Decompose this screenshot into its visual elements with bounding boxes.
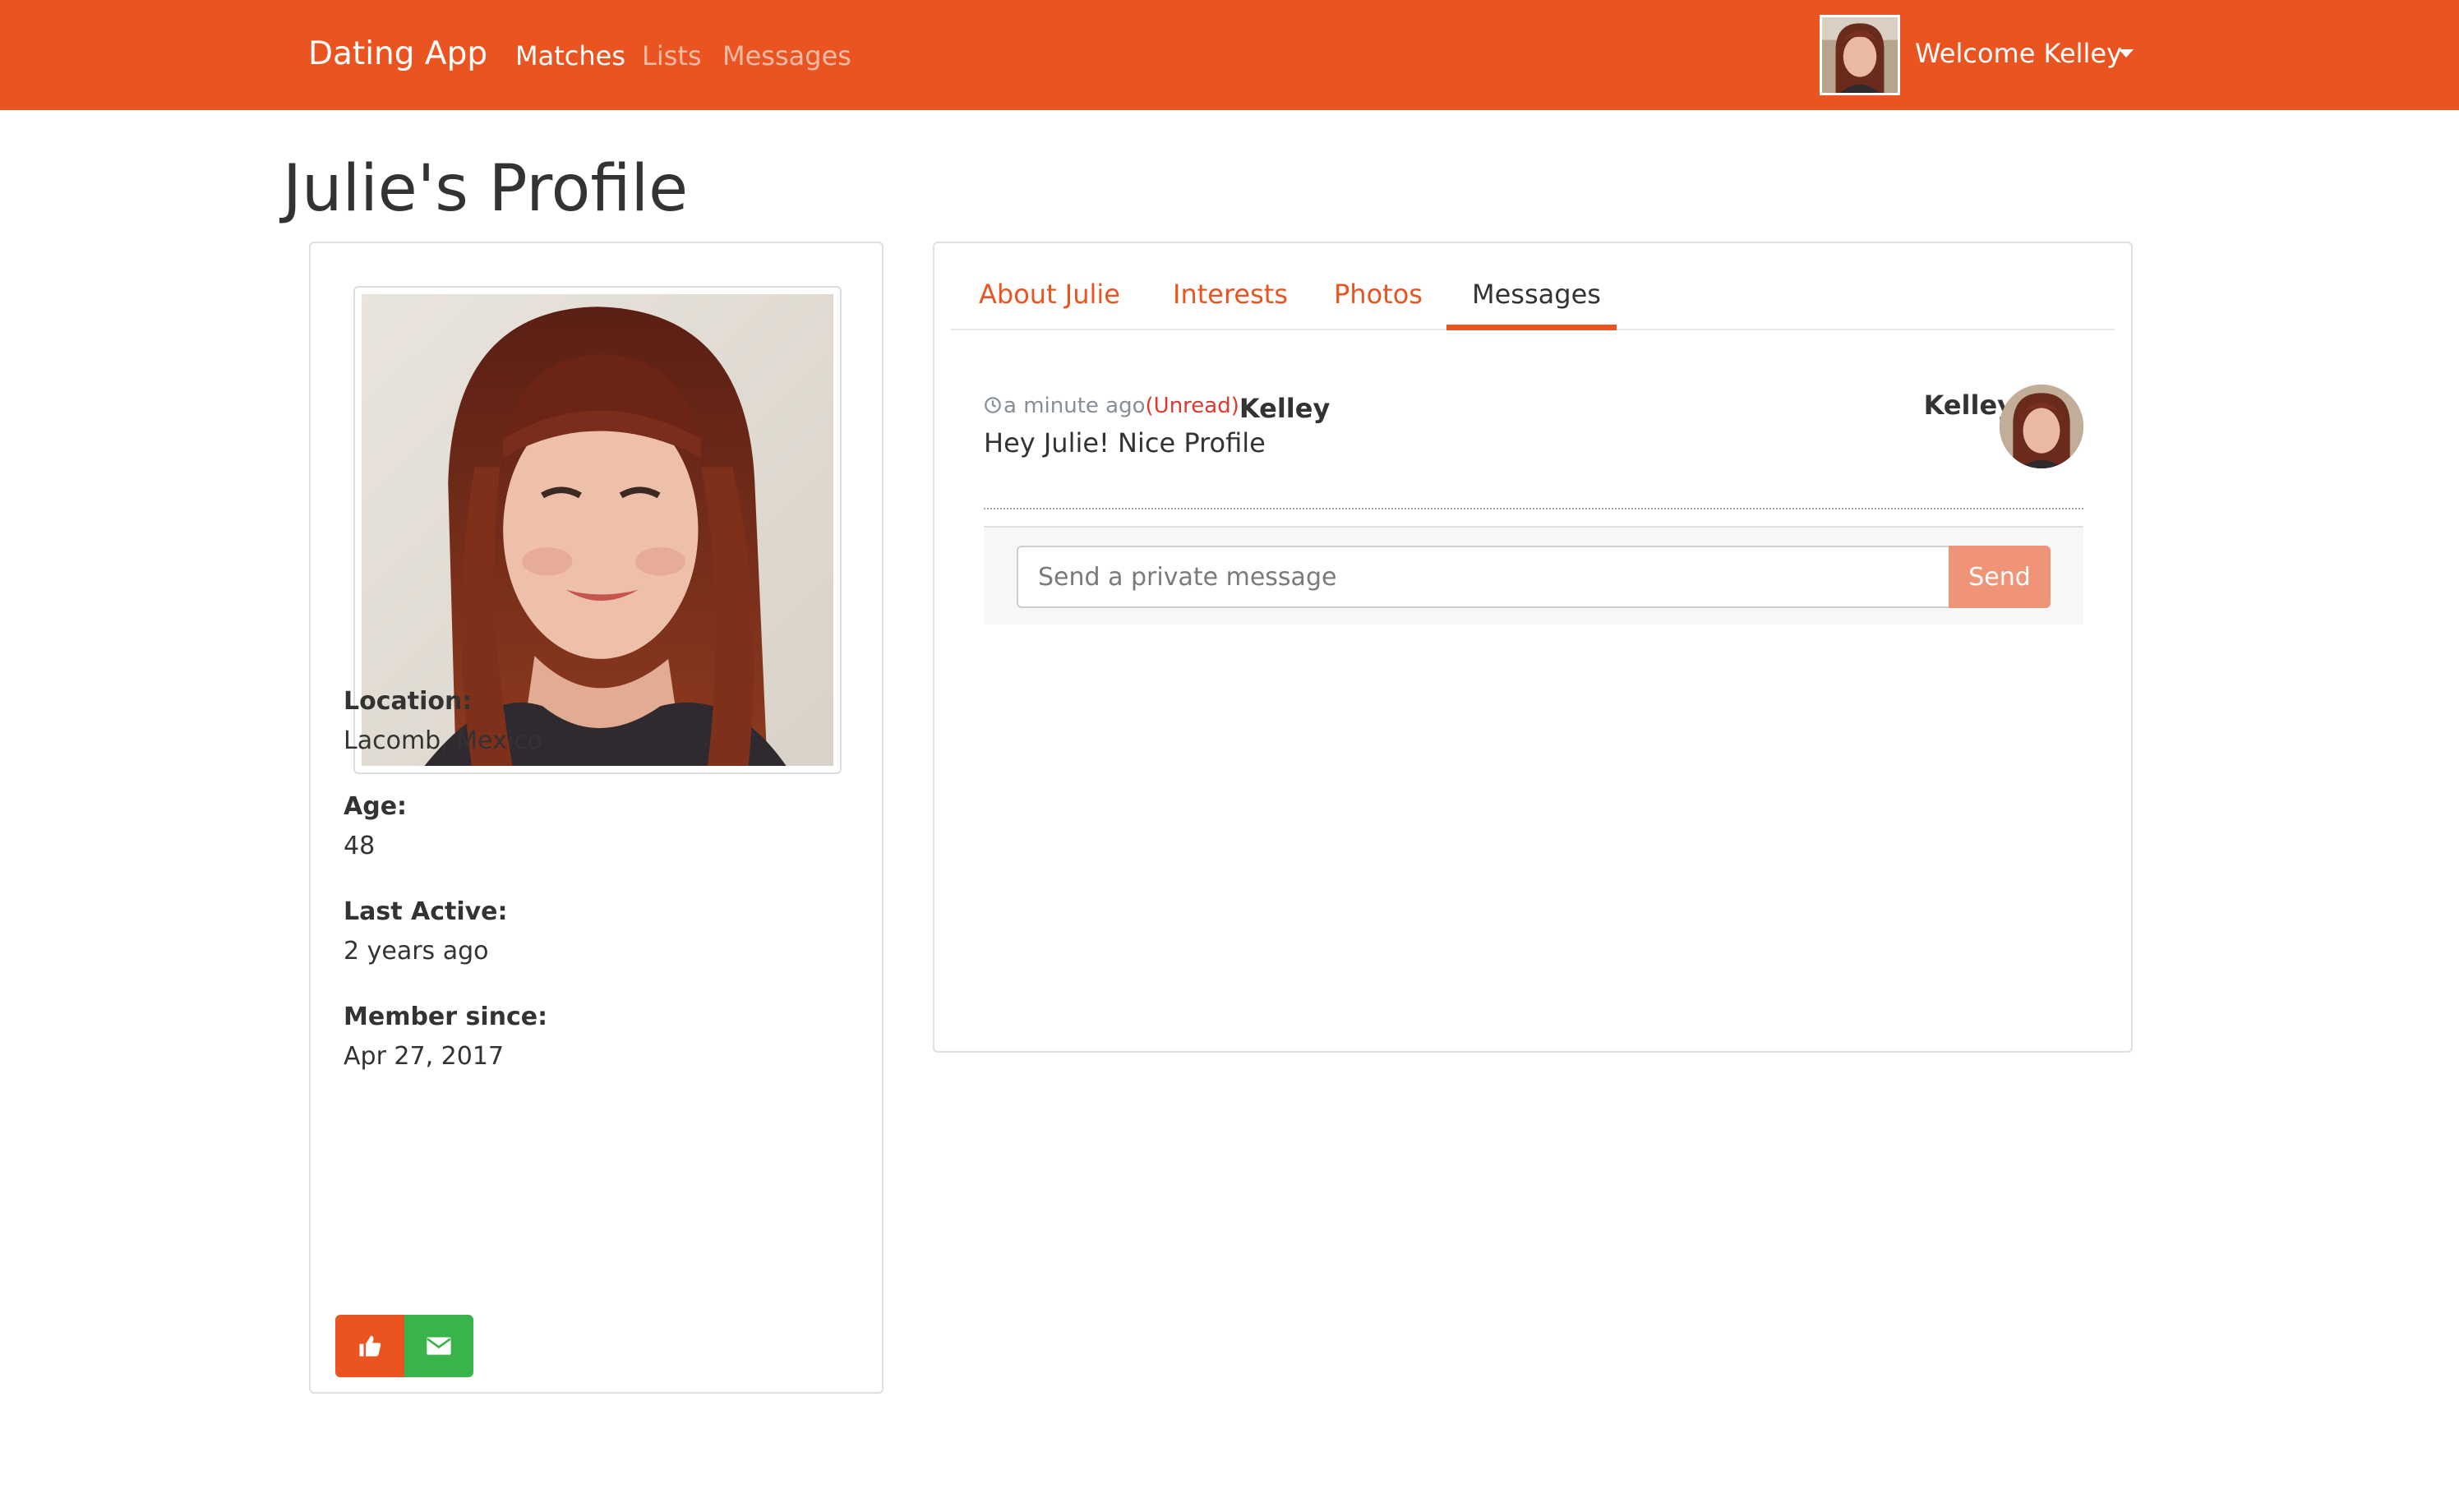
profile-card: Location: Lacomb, Mexico Age: 48 Last Ac… <box>309 242 883 1394</box>
tab-about[interactable]: About Julie <box>979 278 1120 311</box>
nav-link-messages[interactable]: Messages <box>722 39 851 72</box>
chevron-down-icon[interactable] <box>2119 49 2134 58</box>
thumbs-up-icon <box>359 1335 381 1357</box>
active-tab-indicator <box>1446 325 1617 330</box>
like-button[interactable] <box>335 1315 404 1377</box>
top-navbar: Dating App Matches Lists Messages Welcom… <box>0 0 2459 110</box>
envelope-icon <box>427 1337 451 1355</box>
user-avatar-image <box>1822 17 1898 93</box>
user-avatar[interactable] <box>1820 15 1900 95</box>
send-button[interactable]: Send <box>1949 546 2051 608</box>
age-label: Age: <box>344 792 408 821</box>
message-author-avatar <box>2000 385 2083 468</box>
nav-link-matches[interactable]: Matches <box>515 39 625 72</box>
unread-badge: (Unread) <box>1145 394 1239 418</box>
clock-icon <box>985 397 1001 413</box>
brand-link[interactable]: Dating App <box>308 33 487 76</box>
welcome-dropdown[interactable]: Welcome Kelley <box>1915 36 2122 71</box>
location-value: Lacomb, Mexico <box>344 726 543 755</box>
message-time: a minute ago <box>1003 394 1146 418</box>
member-since-value: Apr 27, 2017 <box>344 1042 505 1071</box>
tab-interests[interactable]: Interests <box>1173 278 1288 311</box>
last-active-label: Last Active: <box>344 897 508 926</box>
location-label: Location: <box>344 687 473 716</box>
message-author-avatar-image <box>2000 385 2083 468</box>
age-value: 48 <box>344 832 376 860</box>
last-active-value: 2 years ago <box>344 937 489 966</box>
member-since-label: Member since: <box>344 1003 548 1031</box>
tab-photos[interactable]: Photos <box>1334 278 1423 311</box>
page-title: Julie's Profile <box>283 152 689 226</box>
profile-tabs-card: About Julie Interests Photos Messages a … <box>933 242 2133 1053</box>
nav-link-lists[interactable]: Lists <box>642 39 702 72</box>
message-text: Hey Julie! Nice Profile <box>984 427 1266 459</box>
message-meta: a minute ago (Unread) Kelley <box>984 388 1330 424</box>
message-button[interactable] <box>404 1315 473 1377</box>
message-separator <box>984 508 2083 509</box>
message-sender: Kelley <box>1239 393 1331 424</box>
private-message-input[interactable] <box>1017 546 1949 608</box>
message-composer: Send <box>984 526 2083 625</box>
tab-messages[interactable]: Messages <box>1472 278 1601 311</box>
